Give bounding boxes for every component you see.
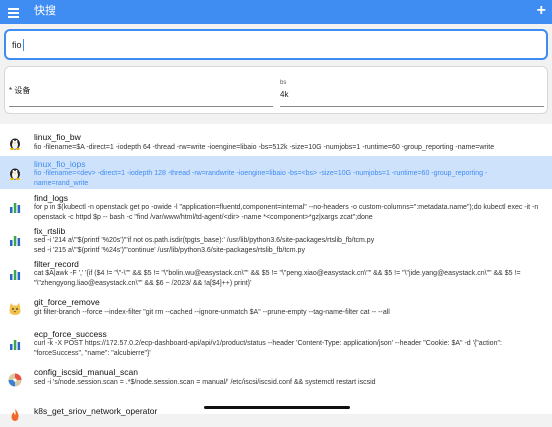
bar-chart-icon [8,337,22,351]
app-header: 快搜 + [0,0,552,24]
item-command: sed -i 's/node.session.scan = .*$/node.s… [34,379,376,386]
list-item[interactable]: filter_record cat $A|awk -F ',' '{if ($4 … [0,257,552,290]
home-indicator [204,406,350,409]
item-name: linux_fio_bw [34,132,81,142]
item-command: for p in $(kubectl -n openstack get po -… [34,204,539,221]
item-command: cat $A|awk -F ',' '{if ($4 != "\"-\"" &&… [34,270,521,287]
item-command: sed -i '214 a\'"$(printf '%20s')"'if not… [34,237,375,254]
item-name: ecp_force_success [34,329,107,339]
device-underline [9,106,273,107]
device-field[interactable]: * 设备 [9,80,273,107]
bar-chart-icon [8,233,22,247]
item-name: filter_record [34,259,79,269]
list-item[interactable]: ecp_force_success curl -k -X POST https:/… [0,327,552,357]
list-item[interactable]: fix_rtslib sed -i '214 a\'"$(printf '%20s… [0,224,552,255]
menu-icon[interactable] [6,4,22,20]
item-command: git filter-branch --force --index-filter… [34,309,390,316]
device-label: * 设备 [9,86,31,95]
item-name: find_logs [34,193,69,203]
linux-penguin-icon [8,136,22,150]
item-name: config_iscsid_manual_scan [34,367,138,377]
linux-penguin-icon [8,166,22,180]
item-command: curl -k -X POST https://172.57.0.2/ecp-d… [34,340,502,357]
list-item[interactable]: linux_fio_bwfio -filename=$A -direct=1 -… [0,128,552,154]
disc-icon [8,373,22,387]
git-cat-icon [8,302,22,316]
param-panel: * 设备 bs 4k [4,66,548,114]
add-button[interactable]: + [537,2,546,20]
bs-underline [280,106,544,107]
list-item[interactable]: linux_fio_iops fio -filename=<dev> -direc… [0,156,552,189]
list-item[interactable]: find_logs for p in $(kubectl -n openstack… [0,191,552,222]
item-name: fix_rtslib [34,226,66,236]
bs-field[interactable]: bs 4k [280,80,544,107]
item-name: k8s_get_sriov_network_operator [34,406,158,416]
list-item[interactable]: git_force_removegit filter-branch --forc… [0,295,552,321]
text-caret [23,39,24,51]
item-name: git_force_remove [34,297,100,307]
page-title: 快搜 [34,5,56,17]
bar-chart-icon [8,267,22,281]
bs-label: bs [280,80,287,86]
item-command: fio -filename=$A -direct=1 -iodepth 64 -… [34,144,495,151]
item-command: fio -filename=<dev> -direct=1 -iodepth 1… [34,170,488,187]
list-item[interactable]: config_iscsid_manual_scansed -i 's/node.… [0,365,552,391]
search-input[interactable] [12,37,532,53]
bs-value: 4k [280,90,289,99]
fire-icon [8,408,22,422]
item-name: linux_fio_iops [34,159,86,169]
bar-chart-icon [8,200,22,214]
search-box[interactable] [4,29,548,60]
result-list: linux_fio_bwfio -filename=$A -direct=1 -… [0,124,552,421]
